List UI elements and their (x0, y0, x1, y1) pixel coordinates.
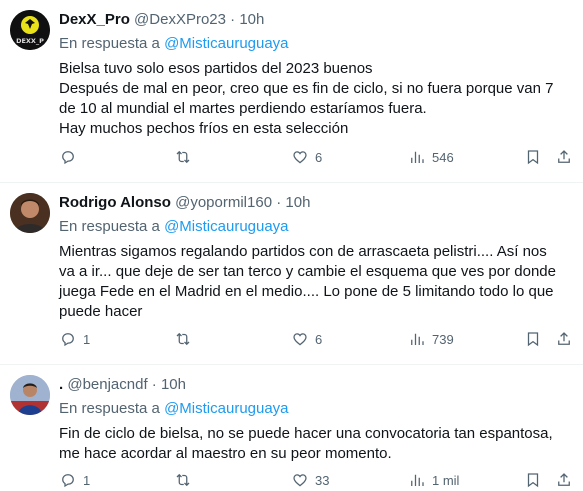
views-button[interactable]: 739 (408, 328, 454, 350)
share-icon (558, 332, 570, 345)
tweet-text-line: Mientras sigamos regalando partidos con … (59, 243, 547, 260)
display-name[interactable]: DexX_Pro (59, 11, 130, 28)
tweet-text: Fin de ciclo de bielsa, no se puede hace… (59, 424, 571, 464)
tweet-text-line: juega Fede en el Madrid en el medio.... … (59, 283, 554, 300)
tweet-dexx-pro[interactable]: DEXX_P DexX_Pro @DexXPro23 · 10h En resp… (0, 0, 583, 183)
like-count: 33 (315, 472, 330, 488)
like-button[interactable]: 6 (291, 328, 322, 350)
share-button[interactable] (555, 146, 573, 168)
share-icon (558, 150, 570, 163)
views-button[interactable]: 1 mil (408, 469, 459, 491)
avatar[interactable] (10, 193, 50, 233)
like-count: 6 (315, 331, 323, 347)
reply-feed: DEXX_P DexX_Pro @DexXPro23 · 10h En resp… (0, 0, 583, 490)
tweet-text: Bielsa tuvo solo esos partidos del 2023 … (59, 59, 571, 139)
user-handle[interactable]: @yopormil160 (175, 194, 272, 211)
tweet-text-line: Fin de ciclo de bielsa, no se puede hace… (59, 425, 553, 442)
like-icon (293, 151, 307, 164)
action-bar: 6 546 (59, 146, 573, 168)
reply-icon (62, 333, 74, 347)
action-bar: 1 6 739 (59, 328, 573, 350)
avatar[interactable] (10, 375, 50, 415)
avatar[interactable]: DEXX_P (10, 10, 50, 50)
reply-context: En respuesta a @Misticauruguaya (59, 399, 571, 419)
reply-button[interactable]: 1 (59, 328, 90, 350)
views-icon (411, 333, 424, 345)
reply-prefix: En respuesta a (59, 400, 160, 417)
tweet-text: Mientras sigamos regalando partidos con … (59, 242, 571, 322)
view-count: 1 mil (432, 472, 460, 488)
share-icon (558, 473, 570, 486)
tweet-text-line: Hay muchos pechos fríos en esta selecció… (59, 120, 349, 137)
user-handle[interactable]: @DexXPro23 (134, 11, 226, 28)
reply-count: 1 (83, 331, 91, 347)
tweet-benjacndf[interactable]: . @benjacndf · 10h En respuesta a @Misti… (0, 365, 583, 490)
like-button[interactable]: 6 (291, 146, 322, 168)
action-bar: 1 33 1 mil (59, 469, 573, 491)
retweet-button[interactable] (174, 328, 198, 350)
bookmark-button[interactable] (524, 146, 542, 168)
reply-context: En respuesta a @Misticauruguaya (59, 217, 571, 237)
timestamp[interactable]: 10h (161, 376, 186, 393)
bookmark-icon (527, 473, 539, 488)
display-name[interactable]: . (59, 376, 63, 393)
bookmark-icon (527, 332, 539, 347)
share-button[interactable] (555, 328, 573, 350)
retweet-icon (176, 332, 190, 346)
reply-count: 1 (83, 472, 91, 488)
retweet-icon (176, 150, 190, 164)
reply-context: En respuesta a @Misticauruguaya (59, 34, 571, 54)
views-button[interactable]: 546 (408, 146, 454, 168)
like-count: 6 (315, 149, 323, 165)
avatar-photo-icon (10, 193, 50, 233)
tweet-text-line: de 10 al mundial el martes perdiendo est… (59, 100, 427, 117)
timestamp[interactable]: 10h (285, 194, 310, 211)
views-icon (411, 474, 424, 486)
retweet-button[interactable] (174, 146, 198, 168)
retweet-button[interactable] (174, 469, 198, 491)
reply-icon (62, 151, 74, 165)
like-icon (293, 474, 307, 487)
reply-mention-link[interactable]: @Misticauruguaya (164, 35, 288, 52)
user-handle[interactable]: @benjacndf (67, 376, 147, 393)
reply-icon (62, 474, 74, 488)
reply-prefix: En respuesta a (59, 35, 160, 52)
timestamp[interactable]: 10h (239, 11, 264, 28)
tweet-text-line: Bielsa tuvo solo esos partidos del 2023 … (59, 60, 373, 77)
avatar-logo-icon: DEXX_P (10, 10, 50, 50)
views-icon (411, 151, 424, 163)
tweet-text-line: va a ir... que deje de ser tan terco y c… (59, 263, 556, 280)
reply-prefix: En respuesta a (59, 218, 160, 235)
tweet-text-line: Después de mal en peor, creo que es fin … (59, 80, 554, 97)
share-button[interactable] (555, 469, 573, 491)
separator-dot: · (230, 11, 236, 28)
tweet-text-line: puede hacer (59, 303, 143, 320)
tweet-text-line: me hace acordar al maestro en su peor mo… (59, 445, 392, 462)
separator-dot: · (276, 194, 282, 211)
reply-button[interactable] (59, 146, 83, 168)
reply-mention-link[interactable]: @Misticauruguaya (164, 218, 288, 235)
bookmark-icon (527, 150, 539, 165)
avatar-text: DEXX_P (16, 37, 44, 45)
like-icon (293, 333, 307, 346)
retweet-icon (176, 473, 190, 487)
tweet-rodrigo-alonso[interactable]: Rodrigo Alonso @yopormil160 · 10h En res… (0, 183, 583, 365)
view-count: 546 (432, 149, 454, 165)
display-name[interactable]: Rodrigo Alonso (59, 194, 171, 211)
reply-button[interactable]: 1 (59, 469, 90, 491)
bookmark-button[interactable] (524, 328, 542, 350)
reply-mention-link[interactable]: @Misticauruguaya (164, 400, 288, 417)
view-count: 739 (432, 331, 454, 347)
avatar-photo-icon (10, 375, 50, 415)
bookmark-button[interactable] (524, 469, 542, 491)
separator-dot: · (151, 376, 157, 393)
like-button[interactable]: 33 (291, 469, 329, 491)
